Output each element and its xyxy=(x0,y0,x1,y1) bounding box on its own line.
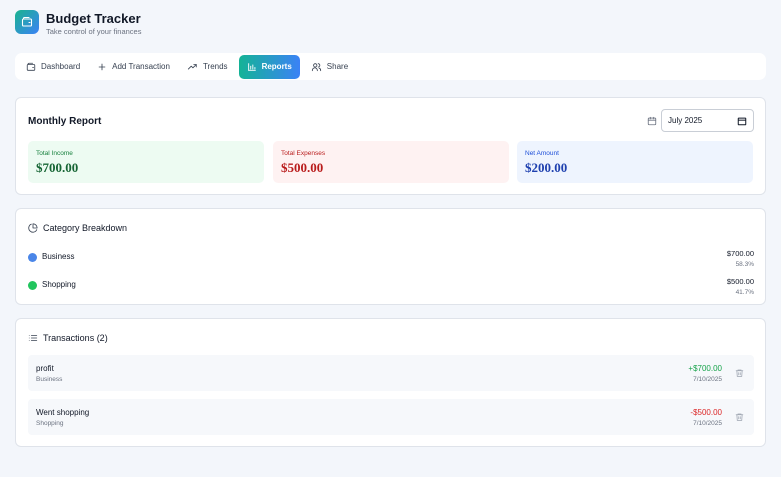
category-amount: $500.00 xyxy=(726,277,754,286)
total-expenses-value: $500.00 xyxy=(281,160,324,175)
app-title: Budget Tracker xyxy=(46,11,141,26)
tab-label: Dashboard xyxy=(41,62,81,71)
transaction-date: 7/10/2025 xyxy=(693,420,722,427)
category-percent: 41.7% xyxy=(735,289,754,296)
trash-icon[interactable] xyxy=(735,368,744,378)
category-breakdown-header: Category Breakdown xyxy=(28,223,127,233)
net-amount-card: Net Amount $200.00 xyxy=(517,141,753,183)
transaction-row: profit Business +$700.00 7/10/2025 xyxy=(28,355,754,391)
category-percent: 58.3% xyxy=(735,261,754,268)
total-income-card: Total Income $700.00 xyxy=(28,141,264,183)
category-row-business: Business $700.00 58.3% xyxy=(28,249,754,271)
category-row-shopping: Shopping $500.00 41.7% xyxy=(28,277,754,299)
main-nav: Dashboard Add Transaction Trends Reports… xyxy=(15,53,766,80)
category-amount: $700.00 xyxy=(726,249,754,258)
transaction-amount: +$700.00 xyxy=(688,364,722,373)
transaction-date: 7/10/2025 xyxy=(693,376,722,383)
tab-share[interactable]: Share xyxy=(305,55,354,79)
category-color-dot xyxy=(28,253,37,262)
users-icon xyxy=(311,62,321,71)
total-income-value: $700.00 xyxy=(36,160,79,175)
bar-chart-icon xyxy=(247,62,256,71)
calendar-picker-icon[interactable] xyxy=(737,116,747,126)
transaction-category: Business xyxy=(36,376,63,383)
transaction-row: Went shopping Shopping -$500.00 7/10/202… xyxy=(28,399,754,435)
tab-label: Share xyxy=(326,62,349,71)
total-expenses-label: Total Expenses xyxy=(281,150,326,157)
wallet-icon xyxy=(15,10,39,34)
tab-label: Trends xyxy=(202,62,228,71)
transaction-description: Went shopping xyxy=(36,408,90,417)
total-income-label: Total Income xyxy=(36,150,73,157)
total-expenses-card: Total Expenses $500.00 xyxy=(273,141,509,183)
trending-up-icon xyxy=(187,63,197,69)
calendar-icon xyxy=(647,116,657,126)
report-title: Monthly Report xyxy=(28,116,102,127)
tab-trends[interactable]: Trends xyxy=(181,55,234,79)
app-subtitle: Take control of your finances xyxy=(46,27,142,36)
category-name: Business xyxy=(42,252,75,261)
category-breakdown-title: Category Breakdown xyxy=(43,223,128,233)
tab-dashboard[interactable]: Dashboard xyxy=(20,55,86,79)
tab-label: Add Transaction xyxy=(112,62,170,71)
month-value: July 2025 xyxy=(668,116,703,125)
pie-chart-icon xyxy=(28,223,38,233)
list-icon xyxy=(28,335,38,341)
wallet-icon xyxy=(26,62,36,71)
transaction-category: Shopping xyxy=(36,420,64,427)
category-color-dot xyxy=(28,281,37,290)
tab-label: Reports xyxy=(261,62,292,71)
month-picker[interactable]: July 2025 xyxy=(661,109,754,132)
monthly-report-card: Monthly Report July 2025 Total Income $7… xyxy=(15,97,766,195)
transaction-amount: -$500.00 xyxy=(690,408,722,417)
plus-icon xyxy=(98,63,106,70)
category-breakdown-card: Category Breakdown Business $700.00 58.3… xyxy=(15,208,766,305)
transactions-card: Transactions (2) profit Business +$700.0… xyxy=(15,318,766,447)
tab-reports[interactable]: Reports xyxy=(238,54,300,79)
net-amount-label: Net Amount xyxy=(525,150,559,157)
transaction-description: profit xyxy=(36,364,54,373)
app-header: Budget Tracker Take control of your fina… xyxy=(15,10,141,37)
transactions-title: Transactions (2) xyxy=(43,333,108,343)
category-name: Shopping xyxy=(42,280,76,289)
net-amount-value: $200.00 xyxy=(525,160,568,175)
trash-icon[interactable] xyxy=(735,412,744,422)
transactions-header: Transactions (2) xyxy=(28,333,108,343)
tab-add-transaction[interactable]: Add Transaction xyxy=(91,55,176,79)
